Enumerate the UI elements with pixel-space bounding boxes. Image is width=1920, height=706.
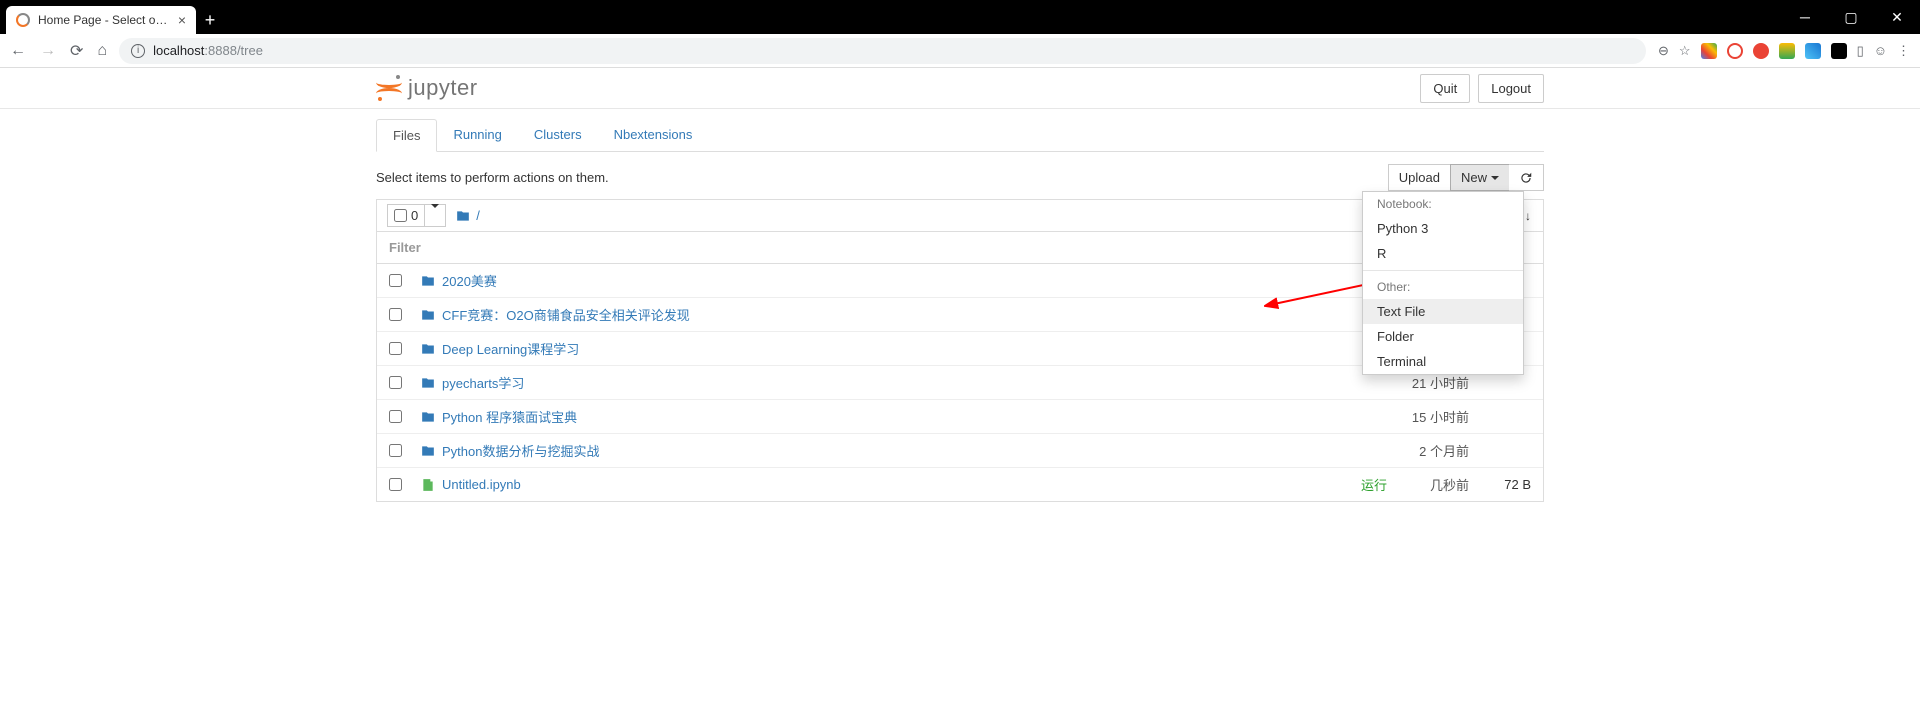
caret-down-icon [431,204,439,223]
forward-button[interactable]: → [40,42,56,60]
action-row: Select items to perform actions on them.… [376,164,1544,191]
browser-toolbar: ← → ⟳ ⌂ i localhost:8888/tree ⊖ ☆ ▯ ☺ ⋮ [0,34,1920,68]
tab-title: Home Page - Select or create [38,13,170,27]
file-name-link[interactable]: pyecharts学习 [442,373,524,392]
select-all-checkbox[interactable] [394,209,407,222]
ext-icon-4[interactable] [1779,43,1795,59]
dropdown-item-r[interactable]: R [1363,241,1523,266]
dropdown-divider [1363,270,1523,271]
modified-time: 15 小时前 [1399,407,1469,426]
running-badge: 运行 [1361,475,1387,494]
dropdown-item-terminal[interactable]: Terminal [1363,349,1523,374]
star-icon[interactable]: ☆ [1679,43,1691,59]
dropdown-header-other: Other: [1363,275,1523,299]
tab-running[interactable]: Running [437,119,517,151]
file-row: Python 程序猿面试宝典 15 小时前 [377,400,1543,434]
action-hint: Select items to perform actions on them. [376,170,609,185]
browser-tab[interactable]: Home Page - Select or create × [6,6,196,34]
jupyter-logo[interactable]: jupyter [376,75,478,101]
window-controls: ─ ▢ ✕ [1782,0,1920,34]
close-window-button[interactable]: ✕ [1874,0,1920,34]
dropdown-item-python3[interactable]: Python 3 [1363,216,1523,241]
site-info-icon[interactable]: i [131,44,145,58]
modified-time: 几秒前 [1399,475,1469,494]
new-button-label: New [1461,170,1487,185]
file-row: Python数据分析与挖掘实战 2 个月前 [377,434,1543,468]
row-checkbox[interactable] [389,308,402,321]
folder-icon [420,409,436,425]
file-name-link[interactable]: Python数据分析与挖掘实战 [442,441,599,460]
file-name-link[interactable]: Python 程序猿面试宝典 [442,407,577,426]
dropdown-item-folder[interactable]: Folder [1363,324,1523,349]
breadcrumb-root: / [476,208,480,223]
caret-down-icon [1491,176,1499,180]
browser-tab-strip: Home Page - Select or create × + ─ ▢ ✕ [0,0,1920,34]
jupyter-favicon [16,13,30,27]
sort-arrow-icon: ↓ [1525,209,1531,223]
file-row: Untitled.ipynb 运行几秒前 72 B [377,468,1543,501]
row-checkbox[interactable] [389,376,402,389]
jupyter-header: jupyter Quit Logout [0,68,1920,109]
tab-nbextensions[interactable]: Nbextensions [598,119,709,151]
minimize-button[interactable]: ─ [1782,0,1828,34]
row-checkbox[interactable] [389,444,402,457]
menu-icon[interactable]: ⋮ [1897,43,1910,59]
quit-button[interactable]: Quit [1420,74,1470,103]
address-bar[interactable]: i localhost:8888/tree [119,38,1646,64]
row-checkbox[interactable] [389,478,402,491]
new-button[interactable]: New [1450,164,1510,191]
ext-icon-3[interactable] [1753,43,1769,59]
profile-icon[interactable]: ☺ [1874,43,1887,58]
extension-icons: ⊖ ☆ ▯ ☺ ⋮ [1658,43,1910,59]
zoom-icon[interactable]: ⊖ [1658,43,1669,59]
reload-button[interactable]: ⟳ [70,41,83,61]
modified-time: 21 小时前 [1399,373,1469,392]
folder-icon [420,307,436,323]
file-name-link[interactable]: CFF竞赛：O2O商铺食品安全相关评论发现 [442,305,690,324]
tab-files[interactable]: Files [376,119,437,152]
maximize-button[interactable]: ▢ [1828,0,1874,34]
main-tabs: Files Running Clusters Nbextensions [376,119,1544,152]
ext-icon-5[interactable] [1805,43,1821,59]
dropdown-header-notebook: Notebook: [1363,192,1523,216]
row-checkbox[interactable] [389,274,402,287]
filter-input[interactable] [389,240,1531,255]
select-all-control[interactable]: 0 [387,204,446,227]
notebook-icon [420,477,436,493]
select-dropdown[interactable] [425,205,445,226]
file-name-link[interactable]: 2020美赛 [442,271,497,290]
file-size: 72 B [1481,477,1531,492]
folder-icon [420,375,436,391]
jupyter-logo-text: jupyter [408,75,478,101]
folder-icon [420,341,436,357]
folder-icon [456,209,470,223]
dropdown-item-textfile[interactable]: Text File [1363,299,1523,324]
ext-icon-2[interactable] [1727,43,1743,59]
modified-time: 2 个月前 [1399,441,1469,460]
logout-button[interactable]: Logout [1478,74,1544,103]
breadcrumb[interactable]: / [456,208,480,223]
file-name-link[interactable]: Deep Learning课程学习 [442,339,579,358]
row-checkbox[interactable] [389,410,402,423]
jupyter-logo-icon [376,75,402,101]
select-count: 0 [411,208,418,223]
tab-clusters[interactable]: Clusters [518,119,598,151]
new-tab-button[interactable]: + [196,6,224,34]
upload-button[interactable]: Upload [1388,164,1451,191]
url-text: localhost:8888/tree [153,43,263,58]
folder-icon [420,273,436,289]
back-button[interactable]: ← [10,42,26,60]
folder-icon [420,443,436,459]
close-tab-icon[interactable]: × [178,12,186,28]
ext-icon-6[interactable] [1831,43,1847,59]
home-button[interactable]: ⌂ [97,42,107,60]
file-name-link[interactable]: Untitled.ipynb [442,477,521,492]
new-dropdown: Notebook: Python 3 R Other: Text File Fo… [1362,191,1524,375]
ext-icon-1[interactable] [1701,43,1717,59]
bookmark-icon[interactable]: ▯ [1857,43,1864,59]
refresh-button[interactable] [1509,164,1544,191]
refresh-icon [1519,171,1533,185]
row-checkbox[interactable] [389,342,402,355]
